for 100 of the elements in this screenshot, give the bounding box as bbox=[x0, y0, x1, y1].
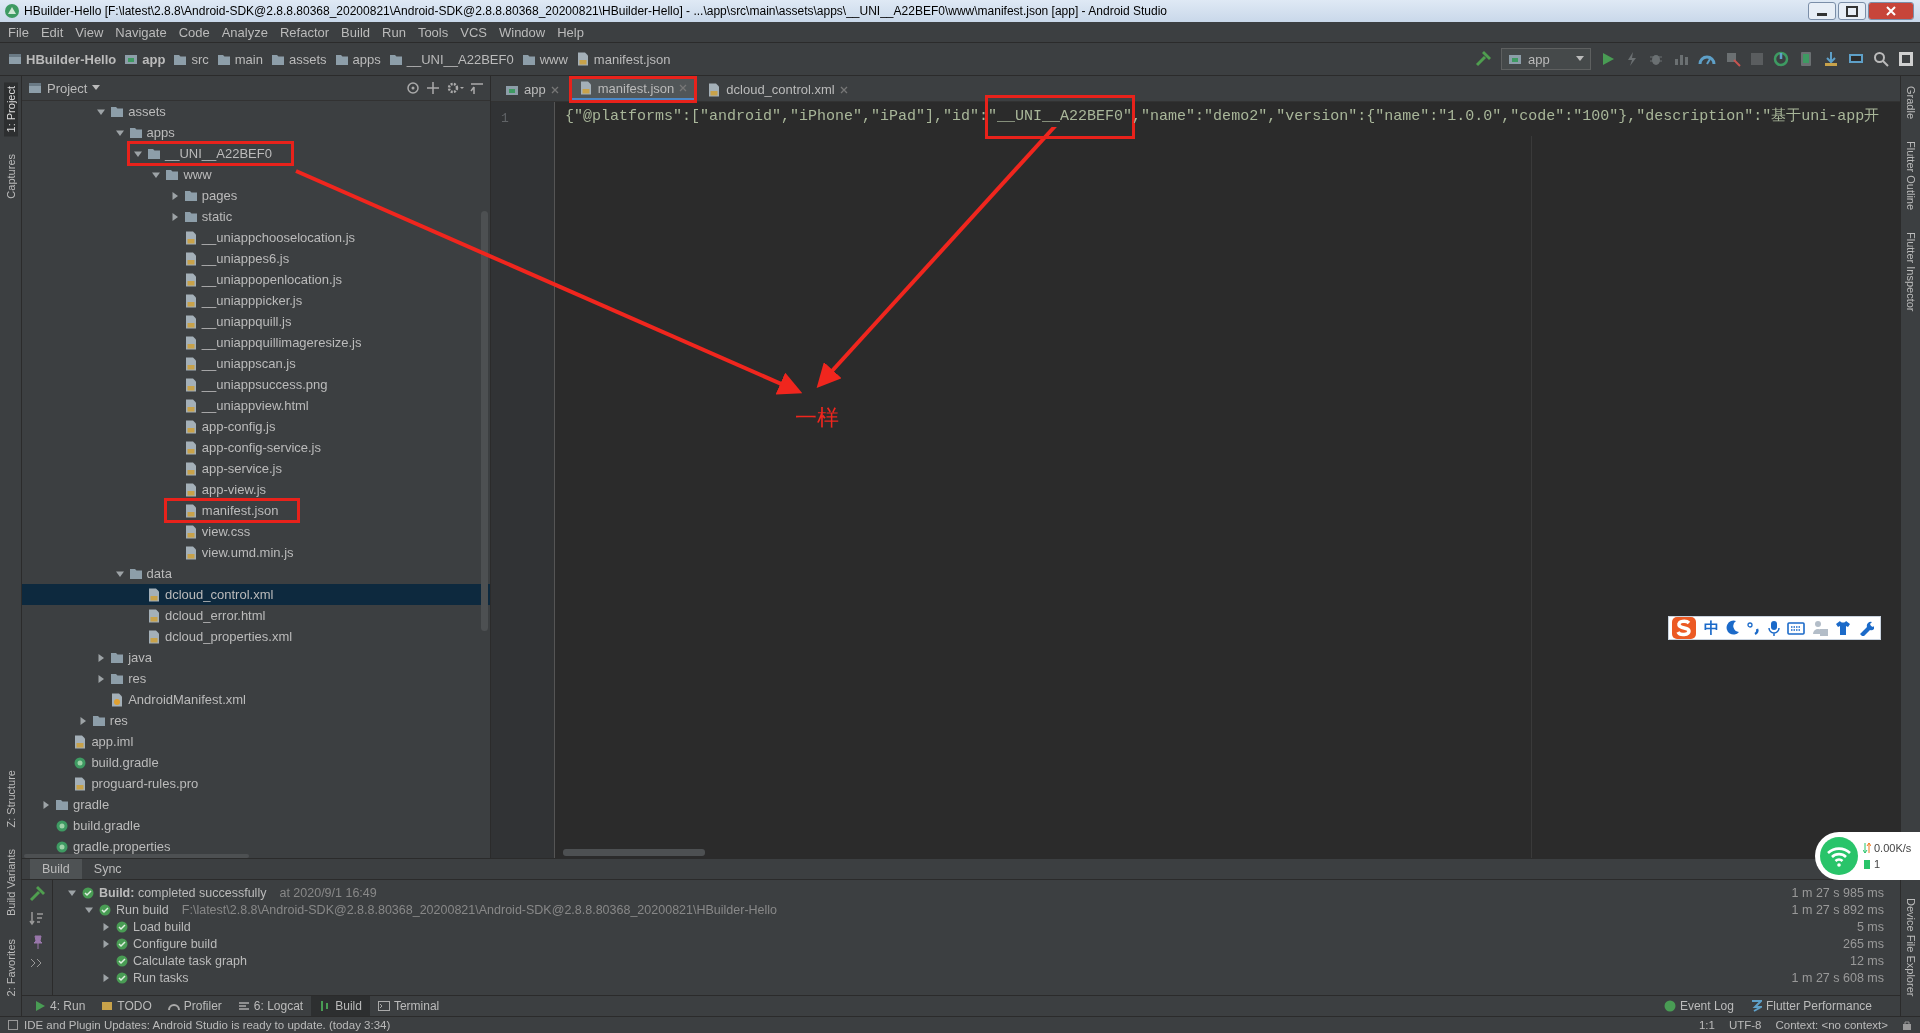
breadcrumb-item[interactable]: __UNI__A22BEF0 bbox=[388, 51, 514, 67]
tree-item[interactable]: dcloud_control.xml bbox=[129, 584, 294, 605]
tree-item[interactable]: res bbox=[73, 710, 148, 731]
build-tree-item[interactable]: Configure build 265 ms bbox=[53, 935, 1900, 952]
tool-window-tab[interactable]: Captures bbox=[3, 150, 18, 204]
tree-item[interactable]: view.css bbox=[165, 521, 271, 542]
breadcrumb-item[interactable]: src bbox=[173, 51, 209, 67]
tree-item[interactable]: static bbox=[165, 206, 253, 227]
punctuation-icon[interactable] bbox=[1747, 620, 1761, 636]
tree-item[interactable]: manifest.json bbox=[165, 500, 299, 521]
tree-item[interactable]: apps bbox=[110, 122, 195, 143]
tree-item[interactable]: data bbox=[110, 563, 192, 584]
moon-icon[interactable] bbox=[1726, 620, 1740, 636]
tree-item[interactable]: __uniappsuccess.png bbox=[165, 374, 348, 395]
tool-window-tab[interactable]: 2: Favorites bbox=[3, 934, 18, 1000]
settings-icon[interactable] bbox=[446, 81, 464, 95]
cursor-position[interactable]: 1:1 bbox=[1698, 1019, 1715, 1031]
maximize-icon[interactable] bbox=[1838, 2, 1866, 20]
hammer-icon[interactable] bbox=[29, 886, 45, 902]
tree-item[interactable]: __uniappquill.js bbox=[165, 311, 312, 332]
tree-item[interactable]: app.iml bbox=[55, 731, 154, 752]
panel-tab[interactable]: Build bbox=[30, 859, 82, 879]
sdk-manager-icon[interactable] bbox=[1823, 51, 1839, 67]
wrench-icon[interactable] bbox=[1858, 620, 1874, 636]
input-mode-toggle[interactable]: 中 bbox=[1704, 618, 1719, 638]
tree-item[interactable]: __uniappquillimageresize.js bbox=[165, 332, 382, 353]
breadcrumb-item[interactable]: www bbox=[521, 51, 568, 67]
menu-item[interactable]: Code bbox=[172, 24, 216, 40]
tree-item[interactable]: dcloud_properties.xml bbox=[129, 626, 313, 647]
run-icon[interactable] bbox=[1600, 51, 1616, 67]
tree-item[interactable]: __UNI__A22BEF0 bbox=[129, 143, 292, 164]
tool-window-button[interactable]: Profiler bbox=[159, 996, 230, 1016]
tree-item[interactable]: app-config-service.js bbox=[165, 437, 341, 458]
expand-arrow-icon[interactable] bbox=[101, 972, 111, 983]
tree-item[interactable]: dcloud_error.html bbox=[129, 605, 286, 626]
tree-item[interactable]: gradle bbox=[37, 794, 130, 815]
collapse-all-icon[interactable] bbox=[426, 81, 440, 95]
menu-item[interactable]: Tools bbox=[411, 24, 455, 40]
breadcrumb-item[interactable]: HBuilder-Hello bbox=[8, 51, 117, 67]
menu-item[interactable]: Analyze bbox=[215, 24, 274, 40]
keyboard-icon[interactable] bbox=[1787, 621, 1805, 635]
tool-window-button[interactable]: Flutter Performance bbox=[1741, 996, 1880, 1016]
build-tree-item[interactable]: Run tasks 1 m 27 s 608 ms bbox=[53, 969, 1900, 986]
tree-item[interactable]: gradle.properties bbox=[37, 836, 191, 857]
sort-icon[interactable] bbox=[29, 910, 45, 926]
tool-window-button[interactable]: 4: Run bbox=[26, 996, 94, 1016]
expand-icon[interactable] bbox=[30, 958, 44, 968]
tree-item[interactable]: build.gradle bbox=[55, 752, 179, 773]
attach-debugger-icon[interactable] bbox=[1725, 51, 1741, 67]
expand-arrow-icon[interactable] bbox=[101, 938, 111, 949]
tree-item[interactable]: app-view.js bbox=[165, 479, 287, 500]
build-tree-item[interactable]: Load build 5 ms bbox=[53, 918, 1900, 935]
tree-item[interactable]: proguard-rules.pro bbox=[55, 773, 219, 794]
context-indicator[interactable]: Context: <no context> bbox=[1775, 1019, 1888, 1031]
s-logo-icon[interactable] bbox=[1671, 616, 1697, 640]
menu-item[interactable]: Run bbox=[376, 24, 412, 40]
menu-item[interactable]: VCS bbox=[454, 24, 493, 40]
run-config-dropdown[interactable]: app bbox=[1501, 48, 1591, 70]
tool-window-button[interactable]: 6: Logcat bbox=[229, 996, 312, 1016]
menu-item[interactable]: Help bbox=[551, 24, 590, 40]
tree-item[interactable]: __uniappview.html bbox=[165, 395, 329, 416]
hide-icon[interactable] bbox=[470, 81, 484, 95]
tree-item[interactable]: pages bbox=[165, 185, 258, 206]
tree-item[interactable]: assets bbox=[92, 101, 186, 122]
panel-toggle-icon[interactable] bbox=[8, 1020, 18, 1030]
tree-item[interactable]: java bbox=[92, 647, 173, 668]
minimize-icon[interactable] bbox=[1808, 2, 1836, 20]
tree-item[interactable]: __uniappchooselocation.js bbox=[165, 227, 376, 248]
editor-tab[interactable]: dcloud_control.xml bbox=[699, 78, 856, 101]
tool-window-button[interactable]: Build bbox=[311, 996, 370, 1016]
window-icon[interactable] bbox=[1898, 51, 1914, 67]
menu-item[interactable]: Build bbox=[335, 24, 376, 40]
tree-item[interactable]: app-service.js bbox=[165, 458, 302, 479]
microphone-icon[interactable] bbox=[1768, 620, 1780, 636]
build-tree-item[interactable]: Calculate task graph 12 ms bbox=[53, 952, 1900, 969]
menu-item[interactable]: Edit bbox=[34, 24, 70, 40]
avd-manager-icon[interactable] bbox=[1798, 51, 1814, 67]
close-icon[interactable] bbox=[1868, 2, 1914, 20]
tool-window-tab[interactable]: 1: Project bbox=[3, 82, 18, 137]
search-icon[interactable] bbox=[1873, 51, 1889, 67]
file-encoding[interactable]: UTF-8 bbox=[1728, 1019, 1762, 1031]
tool-window-tab[interactable]: Gradle bbox=[1903, 82, 1918, 124]
tree-item[interactable]: __uniappes6.js bbox=[165, 248, 310, 269]
view-selector[interactable]: Project bbox=[28, 80, 101, 96]
build-tree-item[interactable]: Build: completed successfully at 2020/9/1 16:49 1 m 27 s 985 ms bbox=[53, 884, 1900, 901]
lightning-icon[interactable] bbox=[1625, 51, 1639, 67]
tree-item[interactable]: __uniapppicker.js bbox=[165, 290, 323, 311]
tree-item[interactable]: www bbox=[147, 164, 232, 185]
build-tree-item[interactable]: Run build F:\latest\2.8.8\Android-SDK@2.8.8.80368_20200821\Android-SDK@2.8.8.80368_20200821\HBuilder-Hello 1 m 27 s 892 ms bbox=[53, 901, 1900, 918]
close-icon[interactable] bbox=[839, 85, 848, 94]
editor-tab[interactable]: app bbox=[497, 78, 567, 101]
tree-item[interactable]: app-config.js bbox=[165, 416, 296, 437]
breadcrumb-item[interactable]: main bbox=[216, 51, 263, 67]
breadcrumb-item[interactable]: manifest.json bbox=[575, 51, 671, 67]
tree-item[interactable]: __uniappopenlocation.js bbox=[165, 269, 363, 290]
shirt-icon[interactable] bbox=[1835, 620, 1851, 636]
lock-icon[interactable] bbox=[1902, 1020, 1912, 1030]
menu-item[interactable]: View bbox=[69, 24, 110, 40]
tree-item[interactable]: build.gradle bbox=[37, 815, 161, 836]
editor-tab[interactable]: manifest.json bbox=[570, 78, 696, 101]
